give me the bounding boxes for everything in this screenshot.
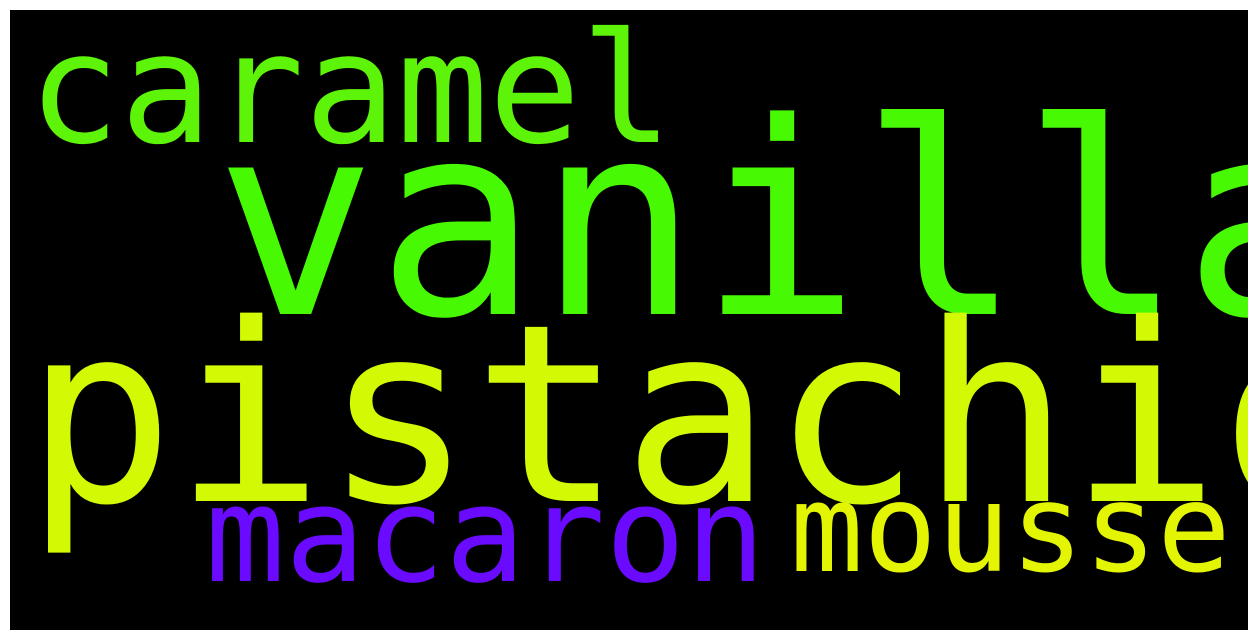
word-macaron: macaron [205, 459, 766, 613]
word-cloud-canvas: vanilla pistachio caramel macaron mousse [10, 10, 1248, 630]
word-caramel: caramel [28, 10, 673, 179]
word-mousse: mousse [790, 458, 1231, 600]
